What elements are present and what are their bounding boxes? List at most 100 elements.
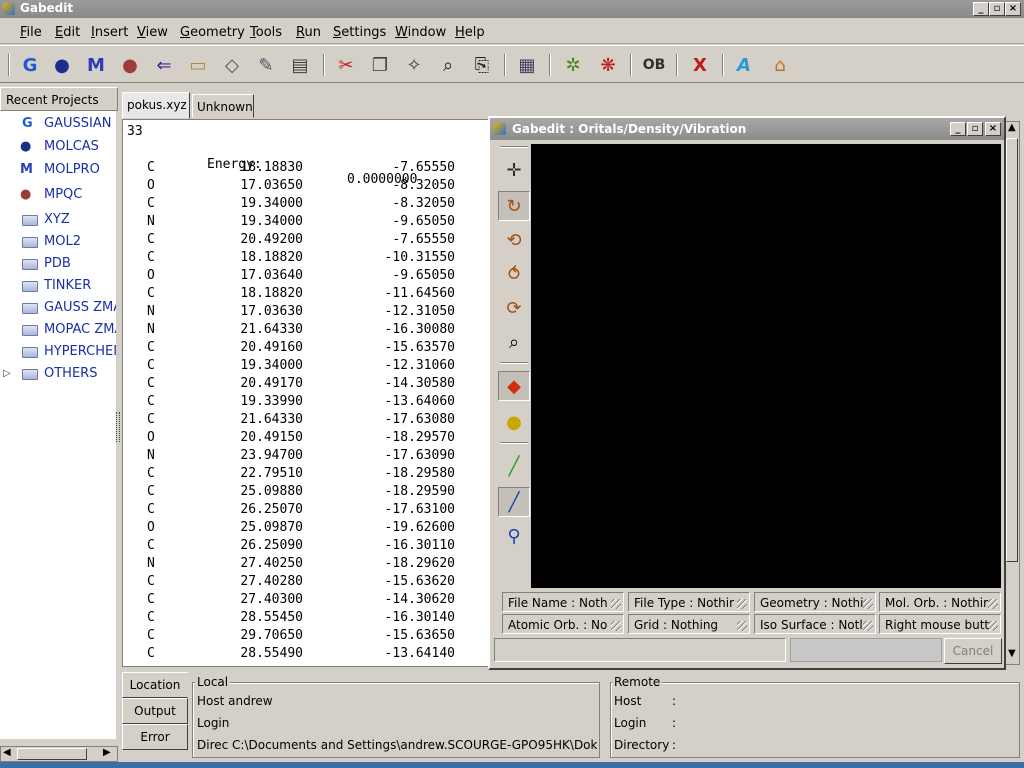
menu-view[interactable]: View: [137, 25, 168, 40]
molecule-editor-icon[interactable]: ▦: [514, 53, 540, 77]
molpro-icon[interactable]: M: [83, 53, 109, 77]
tree-item-gauss-zmat[interactable]: GAUSS ZMAT: [0, 297, 116, 319]
recent-projects-header[interactable]: Recent Projects: [0, 87, 118, 111]
remote-host-label: Host: [614, 694, 642, 708]
file-text-editor[interactable]: 33 Energy: 0.0000000 C 18.18830 -7.65550 O 1…: [122, 119, 490, 667]
editor-vertical-scrollbar[interactable]: ▲ ▼: [1004, 121, 1020, 665]
atom-x: 27.40280: [240, 574, 303, 589]
ball-stick-icon[interactable]: ⚲: [498, 521, 530, 551]
scroll-right-icon[interactable]: ▶: [103, 747, 111, 758]
dialog-title-bar[interactable]: Gabedit : Oritals/Density/Vibration _ ▫ …: [490, 118, 1004, 140]
toolbar-separator: [549, 54, 551, 76]
edit-icon[interactable]: ✎: [253, 53, 279, 77]
pane-splitter-handle[interactable]: [116, 412, 120, 442]
scroll-left-icon[interactable]: ◀: [3, 747, 11, 758]
tree-item-molcas[interactable]: ● MOLCAS: [0, 136, 116, 158]
zoom-icon[interactable]: ⌕: [498, 327, 530, 357]
sidebar-horizontal-scrollbar[interactable]: ◀ ▶: [0, 746, 118, 762]
move-icon[interactable]: ✛: [498, 155, 530, 185]
scroll-up-icon[interactable]: ▲: [1008, 122, 1016, 133]
atom-symbol: C: [147, 232, 155, 247]
tab-location[interactable]: Location: [122, 672, 188, 698]
tree-item-mol2[interactable]: MOL2: [0, 231, 116, 253]
home-icon[interactable]: ⌂: [767, 53, 793, 77]
dialog-minimize-button[interactable]: _: [950, 122, 966, 136]
atom-y: -18.29570: [384, 430, 455, 445]
atom-y: -10.31550: [384, 250, 455, 265]
minimize-button[interactable]: _: [973, 2, 989, 16]
atom-y: -15.63650: [384, 628, 455, 643]
menu-edit[interactable]: Edit: [55, 25, 80, 40]
atom-y: -18.29580: [384, 466, 455, 481]
menu-geometry[interactable]: Geometry: [180, 25, 245, 40]
wire-line-icon[interactable]: ╱: [498, 451, 530, 481]
maximize-button[interactable]: ▫: [989, 2, 1005, 16]
menu-settings[interactable]: Settings: [333, 25, 386, 40]
gabedit-icon: [3, 3, 15, 15]
find-icon[interactable]: ⌕: [435, 53, 461, 77]
taskbar-strip: [0, 762, 1024, 768]
import-icon[interactable]: ⇐: [151, 53, 177, 77]
atom-symbol: O: [147, 430, 155, 445]
atom-symbol: C: [147, 466, 155, 481]
close-window-button[interactable]: ×: [1005, 2, 1021, 16]
tree-item-molpro[interactable]: M MOLPRO: [0, 159, 116, 181]
menu-bar: File Edit Insert View Geometry Tools Run…: [0, 20, 1024, 44]
cut-icon[interactable]: ✂: [333, 53, 359, 77]
copy-icon[interactable]: ❐: [367, 53, 393, 77]
gaussian-icon[interactable]: G: [17, 53, 43, 77]
open-folder-icon[interactable]: ▭: [185, 53, 211, 77]
scroll-thumb[interactable]: [17, 748, 87, 760]
expander-arrow-icon[interactable]: ▷: [3, 368, 19, 384]
menu-file[interactable]: File: [20, 25, 42, 40]
save-icon[interactable]: ◇: [219, 53, 245, 77]
tree-item-others[interactable]: ▷ OTHERS: [0, 363, 116, 385]
sphere-icon[interactable]: ●: [498, 407, 530, 437]
atom-y: -17.63100: [384, 502, 455, 517]
tree-item-xyz[interactable]: XYZ: [0, 209, 116, 231]
scroll-down-icon[interactable]: ▼: [1008, 648, 1016, 659]
toolbar-grip: [8, 54, 10, 76]
tree-item-tinker[interactable]: TINKER: [0, 275, 116, 297]
dialog-close-button[interactable]: ×: [985, 122, 1001, 136]
tab-unknown[interactable]: Unknown: [192, 94, 254, 118]
paste-icon[interactable]: ✧: [401, 53, 427, 77]
atom-symbol: C: [147, 376, 155, 391]
display-orbitals-icon[interactable]: ❋: [595, 53, 621, 77]
atom-symbol: N: [147, 556, 155, 571]
tab-pokus-xyz[interactable]: pokus.xyz: [122, 92, 190, 119]
atom-symbol: C: [147, 160, 155, 175]
tab-error[interactable]: Error: [122, 724, 188, 750]
menu-insert[interactable]: Insert: [91, 25, 128, 40]
replace-icon[interactable]: ⎘: [469, 53, 495, 77]
tree-item-hyperchem[interactable]: HYPERCHEM: [0, 341, 116, 363]
rotate-icon[interactable]: ↻: [498, 191, 530, 221]
tree-item-gaussian[interactable]: G GAUSSIAN: [0, 113, 116, 135]
stick-icon[interactable]: ╱: [498, 487, 530, 517]
scroll-thumb[interactable]: [1006, 138, 1018, 562]
cancel-button[interactable]: Cancel: [944, 638, 1002, 664]
color-cube-icon[interactable]: ◆: [498, 371, 530, 401]
text-icon[interactable]: A: [731, 53, 757, 77]
rotate-y-icon[interactable]: ⟳: [498, 293, 530, 323]
tree-item-mopac-zmat[interactable]: MOPAC ZMAT: [0, 319, 116, 341]
atom-x: 21.64330: [240, 322, 303, 337]
close-icon[interactable]: X: [687, 53, 713, 77]
tree-item-pdb[interactable]: PDB: [0, 253, 116, 275]
rotate-z-icon[interactable]: ⟲: [498, 225, 530, 255]
dialog-maximize-button[interactable]: ▫: [967, 122, 983, 136]
rotate-x-icon[interactable]: ⥀: [498, 259, 530, 289]
print-icon[interactable]: ▤: [287, 53, 313, 77]
menu-window[interactable]: Window: [395, 25, 446, 40]
3d-viewer-canvas[interactable]: [531, 144, 1001, 588]
mpqc-icon[interactable]: ●: [117, 53, 143, 77]
menu-run[interactable]: Run: [296, 25, 321, 40]
molcas-icon[interactable]: ●: [49, 53, 75, 77]
atom-x: 29.70650: [240, 628, 303, 643]
openbabel-icon[interactable]: OB: [641, 53, 667, 77]
draw-molecule-icon[interactable]: ✲: [560, 53, 586, 77]
menu-help[interactable]: Help: [455, 25, 485, 40]
tree-item-mpqc[interactable]: ● MPQC: [0, 184, 116, 206]
menu-tools[interactable]: Tools: [250, 25, 282, 40]
tab-output[interactable]: Output: [122, 698, 188, 724]
